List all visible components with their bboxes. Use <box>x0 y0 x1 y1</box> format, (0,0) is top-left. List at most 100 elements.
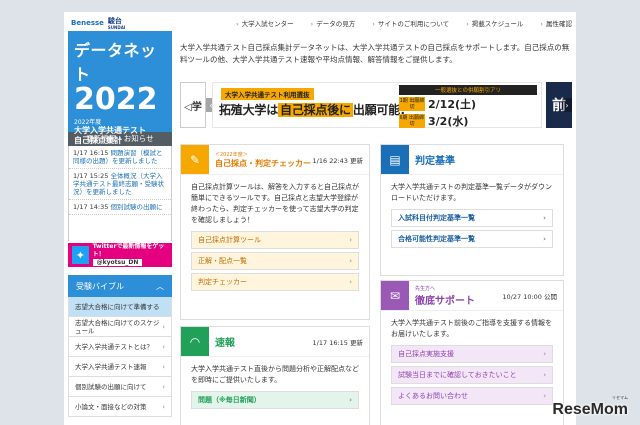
card-header: ✎ ＜2022年度＞ 自己採点・判定チェッカー 1/16 22:43 更新 <box>181 145 369 175</box>
link-criteria-with-subjects[interactable]: 入試科目付判定基準一覧 › <box>391 209 553 227</box>
twitter-text: Twitterで最新情報をゲット！ @kyotsu_DN <box>89 243 170 267</box>
nav-item-prepare[interactable]: 志望大合格に向けて準備する <box>68 297 172 317</box>
news-text[interactable]: 個別試験の出願に <box>110 203 162 211</box>
link-questions[interactable]: 問題（※毎日新聞） › <box>191 391 359 409</box>
link-label: よくあるお問い合わせ <box>398 392 468 400</box>
chevron-right-icon: › <box>543 214 546 222</box>
card-title-main: 速報 <box>215 338 235 349</box>
nav-item-essay[interactable]: 小論文・面接などの対策 › <box>68 397 172 417</box>
news-list[interactable]: 1/17 16:15 問題演習（模試と同様の出題）を更新しました 1/17 15… <box>68 146 172 241</box>
nav-item-label: 志望大合格に向けて準備する <box>75 302 160 311</box>
ad-label: 大学入学共通テスト利用選抜 <box>221 88 314 100</box>
toplink-center[interactable]: 大学入試センター <box>236 18 294 32</box>
card-title[interactable]: 速報 <box>209 327 313 356</box>
card-body: 自己採点計算ツールは、解答を入力すると自己採点が簡単にできるツールです。自己採点… <box>191 183 359 224</box>
toplink-usage[interactable]: サイトのご利用について <box>372 18 449 32</box>
benesse-logo[interactable]: Benesse <box>71 19 104 27</box>
link-label: 自己採点実施支援 <box>398 350 454 358</box>
card-header: ✉ 先生方へ 徹底サポート 10/27 10:00 公開 <box>381 281 563 311</box>
card-title[interactable]: 先生方へ 徹底サポート <box>409 281 502 310</box>
chevron-right-icon[interactable]: › <box>562 98 572 112</box>
link-judge-checker[interactable]: 判定チェッカー › <box>191 273 359 291</box>
ad-date-row: 1期 出願締切 2/12(土) <box>399 96 537 112</box>
document-icon: ▤ <box>381 145 409 174</box>
link-answers-list[interactable]: 正解・配点一覧 › <box>191 252 359 270</box>
ad-date: 3/2(水) <box>428 115 469 128</box>
ad-date-cap: 1期 出願締切 <box>399 97 425 111</box>
link-label: 自己採点計算ツール <box>198 236 261 244</box>
ad-title-post: 出願可能! <box>352 103 406 117</box>
card-title-main: 判定基準 <box>415 156 455 167</box>
card-date: 1/17 16:15 更新 <box>312 338 363 347</box>
chevron-right-icon: › <box>349 257 352 265</box>
ad-date: 2/12(土) <box>428 98 477 111</box>
card-title-small: 先生方へ <box>415 285 436 292</box>
pencil-icon: ✎ <box>181 145 209 174</box>
link-self-scoring-support[interactable]: 自己採点実施支援 › <box>391 345 553 363</box>
card-teacher-support: ✉ 先生方へ 徹底サポート 10/27 10:00 公開 大学入学共通テスト前後… <box>380 280 564 425</box>
news-item[interactable]: 1/17 14:35 個別試験の出願に <box>69 200 171 215</box>
chevron-right-icon: › <box>543 371 546 379</box>
sundai-logo[interactable]: 駿台 SUNDAI <box>108 16 125 30</box>
card-header: ▤ 判定基準 <box>381 145 563 175</box>
link-label: 入試科目付判定基準一覧 <box>398 214 475 222</box>
ad-dates: 一般選抜との併願割引アリ 1期 出願締切 2/12(土) Ⅱ期 出願締切 3/2… <box>399 85 537 129</box>
card-date: 1/16 22:43 更新 <box>312 156 363 165</box>
hero-banner[interactable]: データネット 2022 2022年度 大学入学共通テスト 自己採点集計 <box>68 31 172 145</box>
ad-title-em: 自己採点後に <box>278 103 353 117</box>
nav-heading[interactable]: 受験バイブル ︿ <box>68 275 172 297</box>
card-header: ◠ 速報 1/17 16:15 更新 <box>181 327 369 357</box>
news-item[interactable]: 1/17 15:25 全体概況（大学入学共通テスト最終志願・受験状況）を更新しま… <box>69 169 171 200</box>
card-title[interactable]: 判定基準 <box>409 145 563 174</box>
twitter-banner[interactable]: ✦ Twitterで最新情報をゲット！ @kyotsu_DN <box>68 243 172 267</box>
nav-item-label: 大学入学共通テストとは？ <box>75 342 153 351</box>
card-body: 大学入学共通テスト前後のご指導を支援する情報をお届けいたします。 <box>391 319 552 338</box>
megaphone-icon: ✉ <box>381 281 409 310</box>
link-score-calculator[interactable]: 自己採点計算ツール › <box>191 231 359 249</box>
watermark-tag: リセマム <box>612 395 628 400</box>
link-faq[interactable]: よくあるお問い合わせ › <box>391 387 553 405</box>
ad-title-pre: 拓殖大学は <box>219 103 279 117</box>
chevron-right-icon: › <box>543 350 546 358</box>
chevron-right-icon: › <box>349 396 352 404</box>
nav-item-schedule[interactable]: 志望大合格に向けてのスケジュール › <box>68 317 172 337</box>
nav-item-about-test[interactable]: 大学入学共通テストとは？ › <box>68 337 172 357</box>
sundai-logo-jp: 駿台 <box>107 17 122 25</box>
link-criteria-possibility[interactable]: 合格可能性判定基準一覧 › <box>391 230 553 248</box>
nav-item-flash[interactable]: 大学入学共通テスト速報 › <box>68 357 172 377</box>
chevron-right-icon: › <box>162 402 165 411</box>
toplink-schedule[interactable]: 掲載スケジュール <box>466 18 524 32</box>
chevron-right-icon: › <box>349 278 352 286</box>
page: Benesse 駿台 SUNDAI データネット 2022 2022年度 大学入… <box>64 12 576 425</box>
twitter-line: Twitterで最新情報をゲット！ <box>92 243 165 258</box>
twitter-bird-icon: ✦ <box>72 246 89 264</box>
resemom-watermark-logo: リセマム ReseMom <box>552 395 628 419</box>
carousel-prev-slide[interactable]: ◁学 <box>180 82 206 128</box>
chevron-right-icon: › <box>349 236 352 244</box>
nav-item-label: 個別試験の出願に向けて <box>75 382 147 391</box>
ad-banner-takushoku[interactable]: 大学入学共通テスト利用選抜 拓殖大学は 自己採点後に 出願可能! 一般選抜との併願割… <box>212 82 542 128</box>
nav-heading-label: 受験バイブル <box>76 281 124 291</box>
toplink-howto[interactable]: データの見方 <box>311 18 355 32</box>
card-title[interactable]: ＜2022年度＞ 自己採点・判定チェッカー <box>209 145 313 174</box>
nav-item-application[interactable]: 個別試験の出願に向けて › <box>68 377 172 397</box>
card-self-scoring: ✎ ＜2022年度＞ 自己採点・判定チェッカー 1/16 22:43 更新 自己… <box>180 144 370 320</box>
ad-carousel: ◁学 ‹ 大学入学共通テスト利用選抜 拓殖大学は 自己採点後に 出願可能! 一般選抜… <box>180 78 572 132</box>
left-column: Benesse 駿台 SUNDAI データネット 2022 2022年度 大学入… <box>68 15 172 425</box>
logo-row: Benesse 駿台 SUNDAI <box>68 15 172 31</box>
top-links: 大学入試センター データの見方 サイトのご利用について 掲載スケジュール 属性確… <box>236 18 572 32</box>
card-body: 大学入学共通テストの判定基準一覧データがダウンロードいただけます。 <box>391 183 552 202</box>
wifi-icon: ◠ <box>181 327 209 356</box>
link-before-exam-day[interactable]: 試験当日までに確認しておきたいこと › <box>391 366 553 384</box>
ad-date-cap: Ⅱ期 出願締切 <box>399 114 425 128</box>
news-time: 1/17 15:25 <box>73 172 109 180</box>
card-title-main: 自己採点・判定チェッカー <box>215 158 311 168</box>
card-title-small: ＜2022年度＞ <box>215 151 248 158</box>
toplink-attr[interactable]: 属性確認 <box>540 18 572 32</box>
hero-line1: 大学入学共通テスト <box>74 126 146 135</box>
hero-title: データネット <box>74 41 157 84</box>
chevron-right-icon: › <box>543 235 546 243</box>
news-item[interactable]: 1/17 16:15 問題演習（模試と同様の出題）を更新しました <box>69 146 171 169</box>
card-title-main: 徹底サポート <box>415 295 475 307</box>
ad-date-row: Ⅱ期 出願締切 3/2(水) <box>399 113 537 129</box>
